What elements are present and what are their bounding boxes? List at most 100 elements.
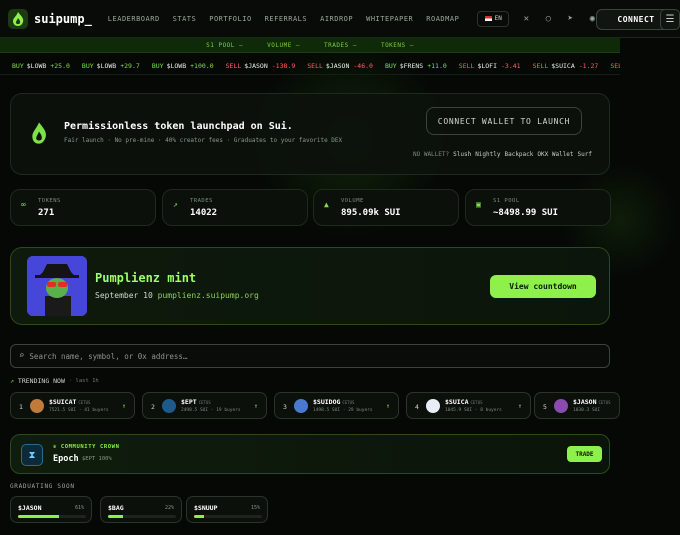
ticker-change: -46.0 — [353, 61, 373, 70]
dex-tag: CETUS — [470, 400, 483, 405]
trade-ticker: BUY $LOWB +25.0 BUY $LOWB +29.7 BUY $LOWB +100.0… — [0, 57, 620, 75]
ticker-side: SELL — [225, 61, 242, 70]
stat-value: 14022 — [190, 208, 218, 218]
dex-tag: CETUS — [342, 400, 355, 405]
ticker-change: +100.0 — [190, 61, 214, 70]
nav-link-stats[interactable]: STATS — [173, 15, 197, 23]
trend-icon: ↗ — [173, 200, 178, 209]
wallet-links: NO WALLET? Slush Nightly Backpack OKX Wa… — [413, 151, 596, 158]
graduating-progress-bar — [108, 515, 176, 518]
wallet-link-backpack[interactable]: Backpack — [504, 151, 533, 158]
arrow-up-icon: ↑ — [518, 402, 522, 410]
token-avatar — [426, 399, 440, 413]
arrow-up-icon: ↑ — [122, 402, 126, 410]
ticker-item[interactable]: SELL $SUICA -1.27 — [533, 62, 599, 70]
x-icon[interactable]: ✕ — [517, 10, 535, 28]
promo-subtitle: September 10 pumplienz.suipump.org — [95, 291, 259, 300]
trade-button[interactable]: TRADE — [567, 446, 602, 462]
ticker-item[interactable]: BUY $LOWB +29.7 — [82, 62, 140, 70]
launch-card: Permissionless token launchpad on Sui. F… — [10, 93, 610, 175]
ticker-item[interactable]: SELL$SUI — [610, 62, 620, 70]
ticker-side: BUY — [151, 61, 164, 70]
language-label: EN — [494, 15, 502, 22]
trending-title: TRENDING NOW — [17, 377, 65, 385]
crown-label: ♛ COMMUNITY CROWN — [53, 444, 120, 450]
trending-card[interactable]: 1 $SUICAT CETUS 7521.5 SUI · 41 buyers ↑ — [10, 392, 135, 419]
menu-icon[interactable]: ☰ — [660, 9, 680, 30]
ticker-item[interactable]: SELL $JASON -46.0 — [307, 62, 373, 70]
trending-rank: 5 — [543, 403, 547, 411]
stat-tokens: TOKENS — — [380, 41, 414, 49]
promo-date: September 10 — [95, 291, 153, 300]
logo-text: suipump_ — [34, 11, 92, 26]
promo-banner: Pumplienz mint September 10 pumplienz.su… — [10, 247, 610, 325]
logo-flame-icon — [8, 8, 28, 29]
arrow-up-icon: ↑ — [386, 402, 390, 410]
ticker-change: -138.9 — [271, 61, 296, 70]
graduating-percent: 22% — [164, 505, 174, 511]
ticker-side: SELL — [458, 61, 475, 70]
trending-rank: 2 — [151, 403, 155, 411]
dex-tag: CETUS — [598, 400, 611, 405]
trending-card[interactable]: 2 $EPT CETUS 2498.5 SUI · 19 buyers ↑ — [142, 392, 267, 419]
ticker-item[interactable]: BUY $LOWB +100.0 — [152, 62, 214, 70]
trending-token-meta: 1498.5 SUI · 29 buyers — [313, 408, 373, 413]
search-input[interactable] — [29, 351, 609, 361]
trending-since: · last 1h — [68, 378, 99, 384]
nav-link-whitepaper[interactable]: WHITEPAPER — [366, 15, 413, 23]
token-symbol: $JASON — [573, 398, 597, 406]
nav-link-leaderboard[interactable]: LEADERBOARD — [108, 15, 160, 23]
search-bar: ⌕ — [10, 344, 610, 368]
nav-link-airdrop[interactable]: AIRDROP — [320, 15, 353, 23]
nav-link-roadmap[interactable]: ROADMAP — [426, 15, 459, 23]
graduating-card[interactable]: $BAG 22% — [100, 496, 182, 523]
ticker-change: +29.7 — [120, 61, 140, 70]
graduating-card[interactable]: $JASON 61% — [10, 496, 92, 523]
ticker-side: SELL — [307, 61, 323, 70]
nav-link-referrals[interactable]: REFERRALS — [265, 15, 307, 23]
link-icon: ∞ — [21, 200, 26, 209]
ticker-item[interactable]: SELL $LOFI -3.41 — [459, 62, 521, 70]
stat-label: TOKENS — [38, 198, 61, 204]
trending-rank: 4 — [415, 403, 419, 411]
promo-url[interactable]: pumplienz.suipump.org — [158, 291, 259, 300]
ticker-change: -3.41 — [501, 61, 521, 70]
wallet-link-nightly[interactable]: Nightly — [475, 151, 500, 158]
logo[interactable]: suipump_ — [8, 8, 92, 29]
graduating-token-name: $SNUUP — [194, 504, 218, 512]
view-countdown-button[interactable]: View countdown — [490, 275, 596, 298]
wallet-link-surf[interactable]: Surf — [578, 151, 592, 158]
token-symbol: $SUIDOG — [313, 398, 341, 406]
ticker-symbol: $LOWB — [26, 61, 47, 70]
trending-token-name: $SUIDOG CETUS — [313, 398, 354, 406]
trending-card[interactable]: 4 $SUICA CETUS 1045.9 SUI · 8 buyers ↑ — [406, 392, 531, 419]
graduating-card[interactable]: $SNUUP 15% — [186, 496, 268, 523]
ticker-symbol: $LOWB — [166, 61, 187, 70]
graduating-token-name: $BAG — [108, 504, 124, 512]
trending-token-meta: 1030.3 SUI — [573, 408, 601, 413]
chat-icon[interactable]: ○ — [539, 10, 557, 28]
ticker-item[interactable]: BUY $LOWB +25.0 — [12, 62, 70, 70]
telegram-icon[interactable]: ➤ — [561, 10, 579, 28]
connect-wallet-to-launch-button[interactable]: CONNECT WALLET TO LAUNCH — [426, 107, 582, 135]
token-avatar — [162, 399, 176, 413]
launch-subtitle: Fair launch · No pre-mine · 40% creator … — [64, 137, 343, 144]
drop-icon: ▲ — [324, 200, 329, 209]
ticker-item[interactable]: BUY $FRENS +11.0 — [385, 62, 447, 70]
ticker-item[interactable]: SELL $JASON -138.9 — [226, 62, 296, 70]
nav-link-portfolio[interactable]: PORTFOLIO — [209, 15, 251, 23]
trending-icon: ↗ — [10, 377, 14, 385]
crown-label-text: COMMUNITY CROWN — [60, 444, 120, 450]
ticker-side: SELL — [610, 61, 620, 70]
wallet-link-okx[interactable]: OKX Wallet — [537, 151, 573, 158]
wallet-link-slush[interactable]: Slush — [453, 151, 471, 158]
trending-card[interactable]: 3 $SUIDOG CETUS 1498.5 SUI · 29 buyers ↑ — [274, 392, 399, 419]
trending-card[interactable]: 5 $JASON CETUS 1030.3 SUI — [534, 392, 620, 419]
ticker-symbol: $LOFI — [477, 61, 498, 70]
launch-title: Permissionless token launchpad on Sui. — [64, 121, 293, 132]
stat-value: 271 — [38, 208, 55, 218]
nav-links: LEADERBOARD STATS PORTFOLIO REFERRALS AI… — [108, 15, 473, 23]
graduating-token-name: $JASON — [18, 504, 42, 512]
language-selector[interactable]: EN — [477, 10, 510, 27]
ticker-symbol: $JASON — [244, 61, 268, 70]
